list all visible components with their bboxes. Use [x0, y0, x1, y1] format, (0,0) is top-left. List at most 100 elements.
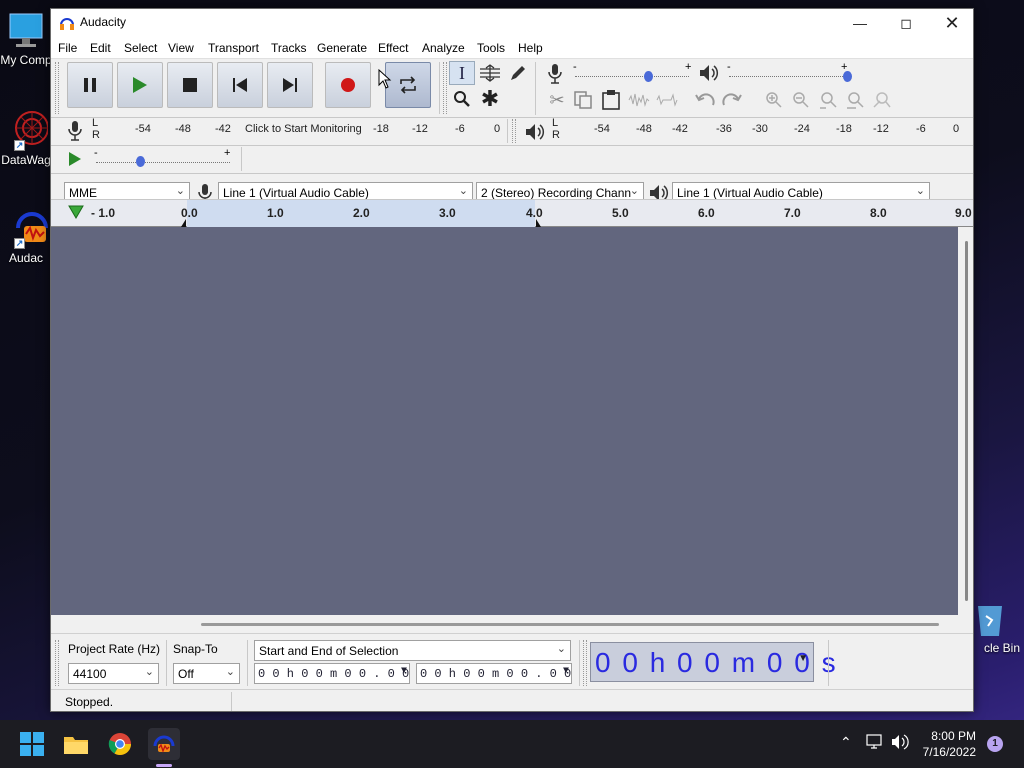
meter-tick: -12	[873, 123, 889, 135]
undo-button[interactable]	[692, 88, 718, 112]
toolbar-grip[interactable]	[55, 62, 59, 114]
file-explorer-button[interactable]	[60, 728, 92, 760]
timeline-ruler[interactable]: - 1.0 0.0 1.0 2.0 3.0 4.0 5.0 6.0 7.0 8.…	[51, 199, 973, 227]
chevron-down-icon: ⌄	[629, 185, 639, 197]
menu-view[interactable]: View	[168, 41, 194, 55]
track-panel[interactable]	[51, 227, 958, 615]
menu-tools[interactable]: Tools	[477, 41, 505, 55]
horizontal-scrollbar[interactable]	[51, 615, 973, 633]
timeline-options-icon[interactable]	[68, 205, 84, 219]
menu-generate[interactable]: Generate	[317, 41, 367, 55]
ruler-tick-label: 8.0	[870, 206, 887, 220]
toolbar-grip[interactable]	[583, 640, 587, 686]
meter-r-label: R	[92, 129, 100, 141]
my-computer-icon[interactable]: My Comp	[0, 10, 52, 67]
selection-mode-value: Start and End of Selection	[259, 644, 399, 658]
menu-analyze[interactable]: Analyze	[422, 41, 465, 55]
magnifier-icon	[454, 91, 470, 107]
toolbar-grip[interactable]	[512, 119, 516, 143]
play-speed-slider[interactable]	[136, 156, 145, 167]
maximize-button[interactable]: ◻	[883, 9, 929, 37]
snap-to-select[interactable]: Off ⌄	[173, 663, 240, 684]
ruler-tick-label: - 1.0	[91, 206, 116, 220]
menu-select[interactable]: Select	[124, 41, 157, 55]
menu-effect[interactable]: Effect	[378, 41, 408, 55]
menu-file[interactable]: File	[58, 41, 77, 55]
pause-button[interactable]	[67, 62, 113, 108]
recording-volume-slider[interactable]	[644, 71, 653, 82]
trim-icon	[628, 93, 650, 107]
play-meter-speaker-icon[interactable]	[525, 123, 545, 141]
paste-button[interactable]	[598, 88, 624, 112]
selection-tool-button[interactable]: I	[449, 61, 475, 85]
audacity-desktop-icon[interactable]: ↗ Audac	[0, 204, 52, 265]
fit-project-button[interactable]	[842, 88, 868, 112]
stop-icon	[183, 78, 197, 92]
horizontal-scroll-thumb[interactable]	[201, 623, 939, 626]
menu-transport[interactable]: Transport	[208, 41, 259, 55]
project-rate-value: 44100	[73, 667, 107, 681]
play-at-speed-button[interactable]	[63, 148, 87, 170]
cut-button[interactable]: ✂	[544, 88, 570, 112]
stop-button[interactable]	[167, 62, 213, 108]
fit-selection-button[interactable]	[815, 88, 841, 112]
selection-end-marker-icon[interactable]	[531, 219, 541, 227]
zoom-in-icon	[766, 92, 782, 108]
vertical-scroll-thumb[interactable]	[965, 241, 968, 601]
meter-tick: -36	[716, 123, 732, 135]
desktop-icon-label: DataWag	[1, 153, 51, 167]
menu-help[interactable]: Help	[518, 41, 543, 55]
project-rate-select[interactable]: 44100 ⌄	[68, 663, 159, 684]
ruler-tick-label: 2.0	[353, 206, 370, 220]
vertical-scrollbar[interactable]	[958, 227, 973, 615]
skip-to-start-button[interactable]	[217, 62, 263, 108]
envelope-tool-button[interactable]	[477, 61, 503, 85]
title-bar[interactable]: Audacity — ◻ ✕	[51, 9, 973, 37]
start-button[interactable]	[16, 728, 48, 760]
zoom-toggle-button[interactable]	[869, 88, 895, 112]
selection-start-time[interactable]: 0 0 h 0 0 m 0 0 . 0 0 0 s▼	[254, 663, 410, 684]
system-clock[interactable]: 8:00 PM 7/16/2022	[923, 728, 976, 760]
toolbar-grip[interactable]	[55, 640, 59, 686]
skip-end-icon	[283, 78, 297, 92]
recording-channels-value: 2 (Stereo) Recording Chann	[481, 186, 632, 200]
audacity-taskbar-button[interactable]	[148, 728, 180, 760]
menu-edit[interactable]: Edit	[90, 41, 111, 55]
trim-audio-button[interactable]	[626, 88, 652, 112]
draw-tool-button[interactable]	[505, 61, 531, 85]
record-meter-microphone-icon[interactable]	[68, 121, 82, 141]
menu-tracks[interactable]: Tracks	[271, 41, 307, 55]
ruler-tick-label: 4.0	[526, 206, 543, 220]
selection-end-time[interactable]: 0 0 h 0 0 m 0 0 . 0 0 0 s▼	[416, 663, 572, 684]
datawag-icon[interactable]: ↗ DataWag	[0, 106, 52, 167]
ruler-tick-label: 6.0	[698, 206, 715, 220]
caret-down-icon: ▼	[562, 666, 569, 677]
chevron-up-icon[interactable]: ⌃	[840, 734, 852, 751]
notification-badge[interactable]: 1	[987, 736, 1003, 752]
copy-button[interactable]	[570, 88, 596, 112]
active-app-indicator	[156, 764, 172, 767]
chrome-button[interactable]	[104, 728, 136, 760]
skip-to-end-button[interactable]	[267, 62, 313, 108]
record-button[interactable]	[325, 62, 371, 108]
speaker-icon	[700, 65, 719, 81]
selection-mode-select[interactable]: Start and End of Selection ⌄	[254, 640, 571, 661]
selection-start-marker-icon[interactable]	[181, 219, 191, 227]
redo-button[interactable]	[719, 88, 745, 112]
play-button[interactable]	[117, 62, 163, 108]
toolbar-grip[interactable]	[443, 62, 447, 114]
record-monitor-prompt[interactable]: Click to Start Monitoring	[245, 123, 362, 135]
close-button[interactable]: ✕	[929, 9, 973, 37]
zoom-in-button[interactable]	[761, 88, 787, 112]
playback-volume-slider[interactable]	[843, 71, 852, 82]
network-icon[interactable]	[866, 734, 884, 750]
audio-position-display[interactable]: 0 0 h 0 0 m 0 0 s ▼	[590, 642, 836, 682]
silence-audio-button[interactable]	[654, 88, 680, 112]
zoom-out-button[interactable]	[788, 88, 814, 112]
toolbar-area: I ✱ - + - + ✂ L R -54 -48 -42 Click to S…	[51, 59, 973, 204]
meter-l-label: L	[552, 117, 559, 129]
zoom-tool-button[interactable]	[449, 87, 475, 111]
multi-tool-button[interactable]: ✱	[477, 86, 503, 111]
minimize-button[interactable]: —	[837, 9, 883, 37]
volume-icon[interactable]	[891, 734, 909, 750]
